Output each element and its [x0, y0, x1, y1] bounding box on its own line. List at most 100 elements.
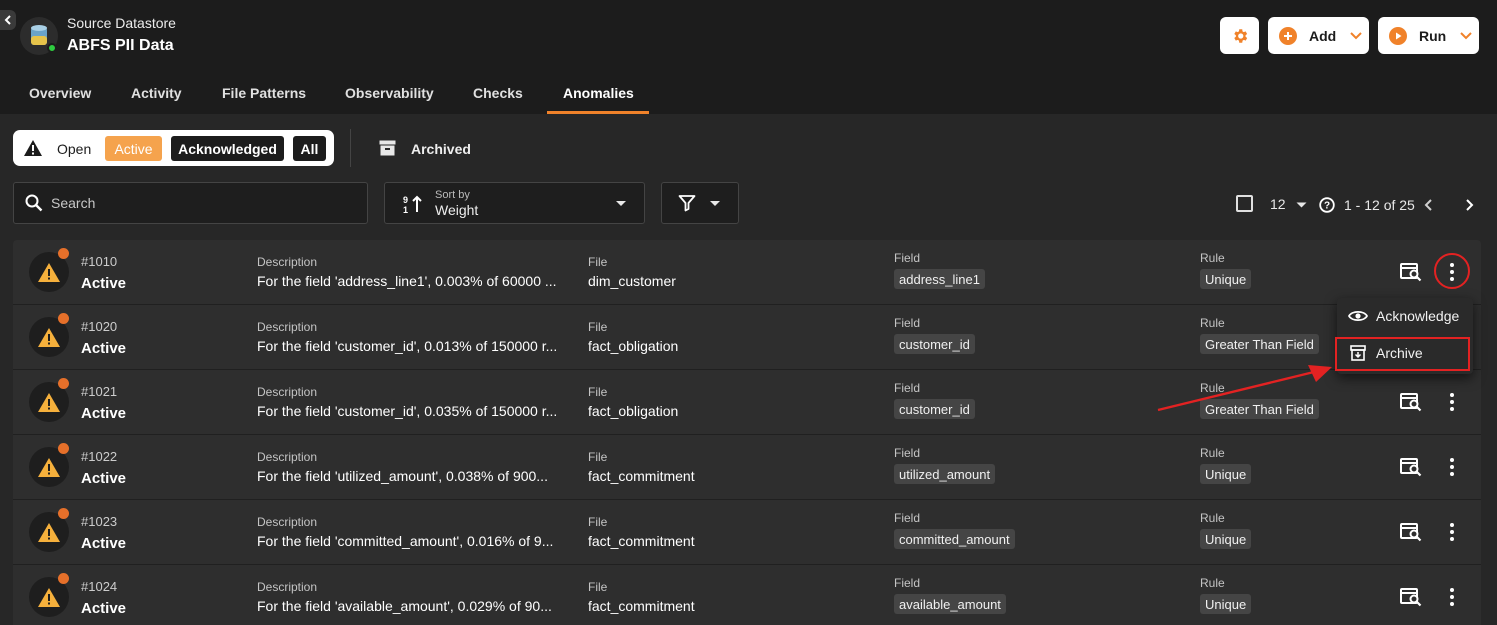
anomaly-list: #1010 Active Description For the field '…: [13, 240, 1481, 625]
connection-status-dot: [47, 43, 57, 53]
field-label: Field: [894, 381, 921, 395]
caret-down-icon: [710, 201, 720, 206]
tab-checks[interactable]: Checks: [473, 85, 523, 101]
anomaly-file: fact_obligation: [588, 338, 679, 354]
description-label: Description: [257, 450, 318, 464]
chevron-left-icon[interactable]: [1423, 198, 1435, 212]
collapse-sidebar-button[interactable]: [0, 10, 16, 30]
chevron-right-icon[interactable]: [1463, 198, 1475, 212]
page-size-value[interactable]: 12: [1270, 196, 1286, 212]
select-all-checkbox[interactable]: [1236, 195, 1253, 212]
svg-text:1: 1: [403, 205, 408, 214]
inspect-source-icon[interactable]: [1400, 262, 1422, 282]
anomaly-row[interactable]: #1023 Active Description For the field '…: [13, 500, 1481, 565]
tab-observability[interactable]: Observability: [345, 85, 434, 101]
anomaly-row[interactable]: #1022 Active Description For the field '…: [13, 435, 1481, 500]
anomaly-status: Active: [81, 600, 127, 617]
run-button[interactable]: Run: [1378, 17, 1479, 54]
anomaly-status: Active: [81, 275, 127, 292]
description-label: Description: [257, 255, 318, 269]
tab-file-patterns[interactable]: File Patterns: [222, 85, 306, 101]
search-icon: [25, 194, 43, 212]
anomaly-id: #1024: [81, 579, 118, 594]
add-button[interactable]: Add: [1268, 17, 1369, 54]
inspect-source-icon[interactable]: [1400, 457, 1422, 477]
filter-button[interactable]: [661, 182, 739, 224]
settings-button[interactable]: [1220, 17, 1259, 54]
severity-dot: [58, 313, 69, 324]
field-label: Field: [894, 316, 921, 330]
rule-chip: Unique: [1200, 529, 1252, 549]
rule-chip: Unique: [1200, 594, 1252, 614]
acknowledge-menu-item[interactable]: Acknowledge: [1337, 299, 1473, 333]
sort-value: Weight: [435, 202, 479, 218]
file-label: File: [588, 385, 608, 399]
plus-icon: [1279, 26, 1297, 45]
file-label: File: [588, 320, 608, 334]
datastore-icon: [31, 25, 47, 45]
acknowledged-filter-pill[interactable]: Acknowledged: [171, 136, 284, 161]
sort-numeric-icon: 9 1: [403, 195, 422, 214]
description-label: Description: [257, 385, 318, 399]
caret-down-icon: [616, 201, 626, 206]
field-chip: available_amount: [894, 594, 1006, 614]
inspect-source-icon[interactable]: [1400, 392, 1422, 412]
field-label: Field: [894, 576, 921, 590]
severity-dot: [58, 248, 69, 259]
tab-activity[interactable]: Activity: [131, 85, 182, 101]
pagination-range: 1 - 12 of 25: [1344, 197, 1415, 213]
more-options-icon[interactable]: [1444, 260, 1460, 284]
warning-icon: [24, 140, 42, 156]
field-label: Field: [894, 511, 921, 525]
severity-dot: [58, 573, 69, 584]
page-header: Source Datastore ABFS PII Data Add Run O…: [0, 0, 1497, 114]
search-input[interactable]: [51, 192, 351, 214]
anomaly-id: #1020: [81, 319, 118, 334]
inspect-source-icon[interactable]: [1400, 587, 1422, 607]
description-label: Description: [257, 320, 318, 334]
field-chip: committed_amount: [894, 529, 1015, 549]
tab-anomalies[interactable]: Anomalies: [563, 85, 634, 101]
anomaly-description: For the field 'customer_id', 0.035% of 1…: [257, 403, 558, 419]
rule-label: Rule: [1200, 316, 1225, 330]
anomaly-status: Active: [81, 340, 127, 357]
search-box: [13, 182, 368, 224]
active-filter-pill[interactable]: Active: [105, 136, 162, 161]
add-button-label: Add: [1309, 27, 1337, 44]
highlight-box: [1335, 337, 1470, 371]
help-icon[interactable]: ?: [1319, 197, 1335, 213]
rule-label: Rule: [1200, 446, 1225, 460]
anomaly-description: For the field 'available_amount', 0.029%…: [257, 598, 552, 614]
more-options-icon[interactable]: [1444, 455, 1460, 479]
tab-overview[interactable]: Overview: [29, 85, 91, 101]
description-label: Description: [257, 580, 318, 594]
datastore-type-label: Source Datastore: [67, 15, 176, 31]
anomaly-row[interactable]: #1010 Active Description For the field '…: [13, 240, 1481, 305]
anomaly-id: #1021: [81, 384, 118, 399]
anomaly-description: For the field 'address_line1', 0.003% of…: [257, 273, 557, 289]
rule-chip: Unique: [1200, 464, 1252, 484]
archived-filter[interactable]: Archived: [411, 141, 471, 157]
sort-by-label: Sort by: [435, 189, 470, 201]
field-chip: address_line1: [894, 269, 985, 289]
severity-dot: [58, 508, 69, 519]
sort-select[interactable]: 9 1 Sort by Weight: [384, 182, 645, 224]
all-filter-pill[interactable]: All: [293, 136, 326, 161]
svg-text:9: 9: [403, 195, 408, 205]
more-options-icon[interactable]: [1444, 585, 1460, 609]
caret-down-icon[interactable]: [1296, 202, 1307, 208]
rule-chip: Greater Than Field: [1200, 334, 1319, 354]
anomaly-row[interactable]: #1024 Active Description For the field '…: [13, 565, 1481, 625]
archive-icon: [379, 140, 396, 156]
anomaly-status: Active: [81, 405, 127, 422]
inspect-source-icon[interactable]: [1400, 522, 1422, 542]
file-label: File: [588, 515, 608, 529]
anomaly-file: fact_commitment: [588, 533, 695, 549]
play-icon: [1389, 26, 1407, 45]
more-options-icon[interactable]: [1444, 390, 1460, 414]
open-filter-label[interactable]: Open: [57, 141, 91, 157]
severity-dot: [58, 378, 69, 389]
more-options-icon[interactable]: [1444, 520, 1460, 544]
chevron-left-icon: [4, 15, 11, 25]
field-chip: customer_id: [894, 399, 975, 419]
